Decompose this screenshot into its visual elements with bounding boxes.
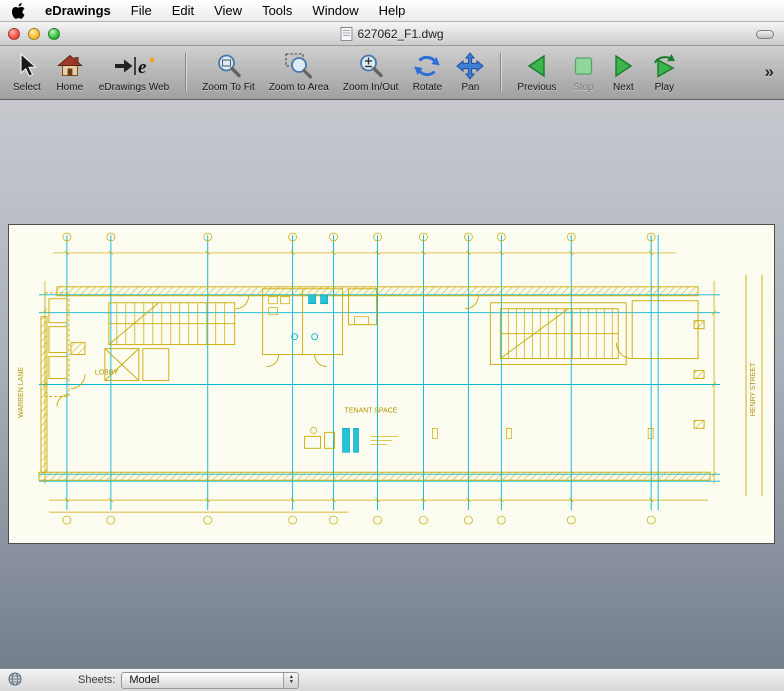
window-titlebar[interactable]: 627062_F1.dwg [0,22,784,46]
zoom-in-out-icon [357,51,385,81]
home-button[interactable]: Home [48,48,92,96]
menu-view[interactable]: View [214,3,242,18]
drawing-canvas[interactable]: LOBBY TENANT SPACE WARREN LANE HENRY STR… [8,224,775,544]
toolbar-overflow-chevrons[interactable]: » [761,62,778,82]
sheet-selector[interactable]: Model ▲ ▼ [121,671,300,689]
toolbar-separator [500,53,502,91]
stop-icon [570,51,596,81]
toolbar: Select Home e eDrawings Web Zoom To Fit … [0,46,784,100]
home-icon [55,51,85,81]
close-button[interactable] [8,28,20,40]
zoom-in-out-button[interactable]: Zoom In/Out [336,48,406,96]
label-lobby: LOBBY [95,370,119,377]
svg-text:e: e [138,57,147,78]
apple-icon [12,2,25,19]
edrawings-web-button[interactable]: e eDrawings Web [92,48,176,96]
play-button[interactable]: Play [643,48,685,96]
sheets-label: Sheets: [78,674,116,686]
select-button[interactable]: Select [6,48,48,96]
edrawings-web-icon: e [112,51,156,81]
sheet-selector-stepper[interactable]: ▲ ▼ [283,672,299,688]
sheet-selector-value: Model [129,674,160,686]
zoom-to-area-button[interactable]: Zoom to Area [262,48,336,96]
apple-menu[interactable] [12,2,25,19]
menubar: eDrawings File Edit View Tools Window He… [0,0,784,22]
zoom-to-fit-icon [215,51,243,81]
window-controls [8,28,60,40]
document-icon [340,27,353,41]
menu-file[interactable]: File [131,3,152,18]
rotate-button[interactable]: Rotate [405,48,449,96]
stop-button[interactable]: Stop [563,48,603,96]
toolbar-separator [185,53,187,91]
floor-plan-drawing: LOBBY TENANT SPACE WARREN LANE HENRY STR… [18,232,763,525]
zoom-to-area-icon [284,51,314,81]
statusbar: Sheets: Model ▲ ▼ [0,668,784,691]
drawing-viewport: LOBBY TENANT SPACE WARREN LANE HENRY STR… [0,100,784,668]
zoom-button[interactable] [48,28,60,40]
menu-help[interactable]: Help [379,3,406,18]
menu-window[interactable]: Window [312,3,358,18]
toolbar-toggle-button[interactable] [756,30,774,39]
minimize-button[interactable] [28,28,40,40]
label-tenant-space: TENANT SPACE [345,407,398,414]
next-button[interactable]: Next [603,48,643,96]
select-cursor-icon [15,51,39,81]
previous-icon [524,51,550,81]
window-title-text: 627062_F1.dwg [357,27,444,41]
menu-app-name[interactable]: eDrawings [45,3,111,18]
play-icon [650,51,678,81]
screen: eDrawings File Edit View Tools Window He… [0,0,784,691]
rotate-icon [412,51,442,81]
menu-edit[interactable]: Edit [172,3,194,18]
globe-icon [8,672,22,689]
menu-tools[interactable]: Tools [262,3,292,18]
next-icon [610,51,636,81]
chevron-down-icon: ▼ [288,679,294,685]
label-left-street: WARREN LANE [18,367,25,418]
zoom-to-fit-button[interactable]: Zoom To Fit [195,48,262,96]
window-title: 627062_F1.dwg [340,22,444,46]
pan-button[interactable]: Pan [449,48,491,96]
label-right-street: HENRY STREET [750,362,757,416]
pan-icon [456,51,485,81]
previous-button[interactable]: Previous [510,48,563,96]
